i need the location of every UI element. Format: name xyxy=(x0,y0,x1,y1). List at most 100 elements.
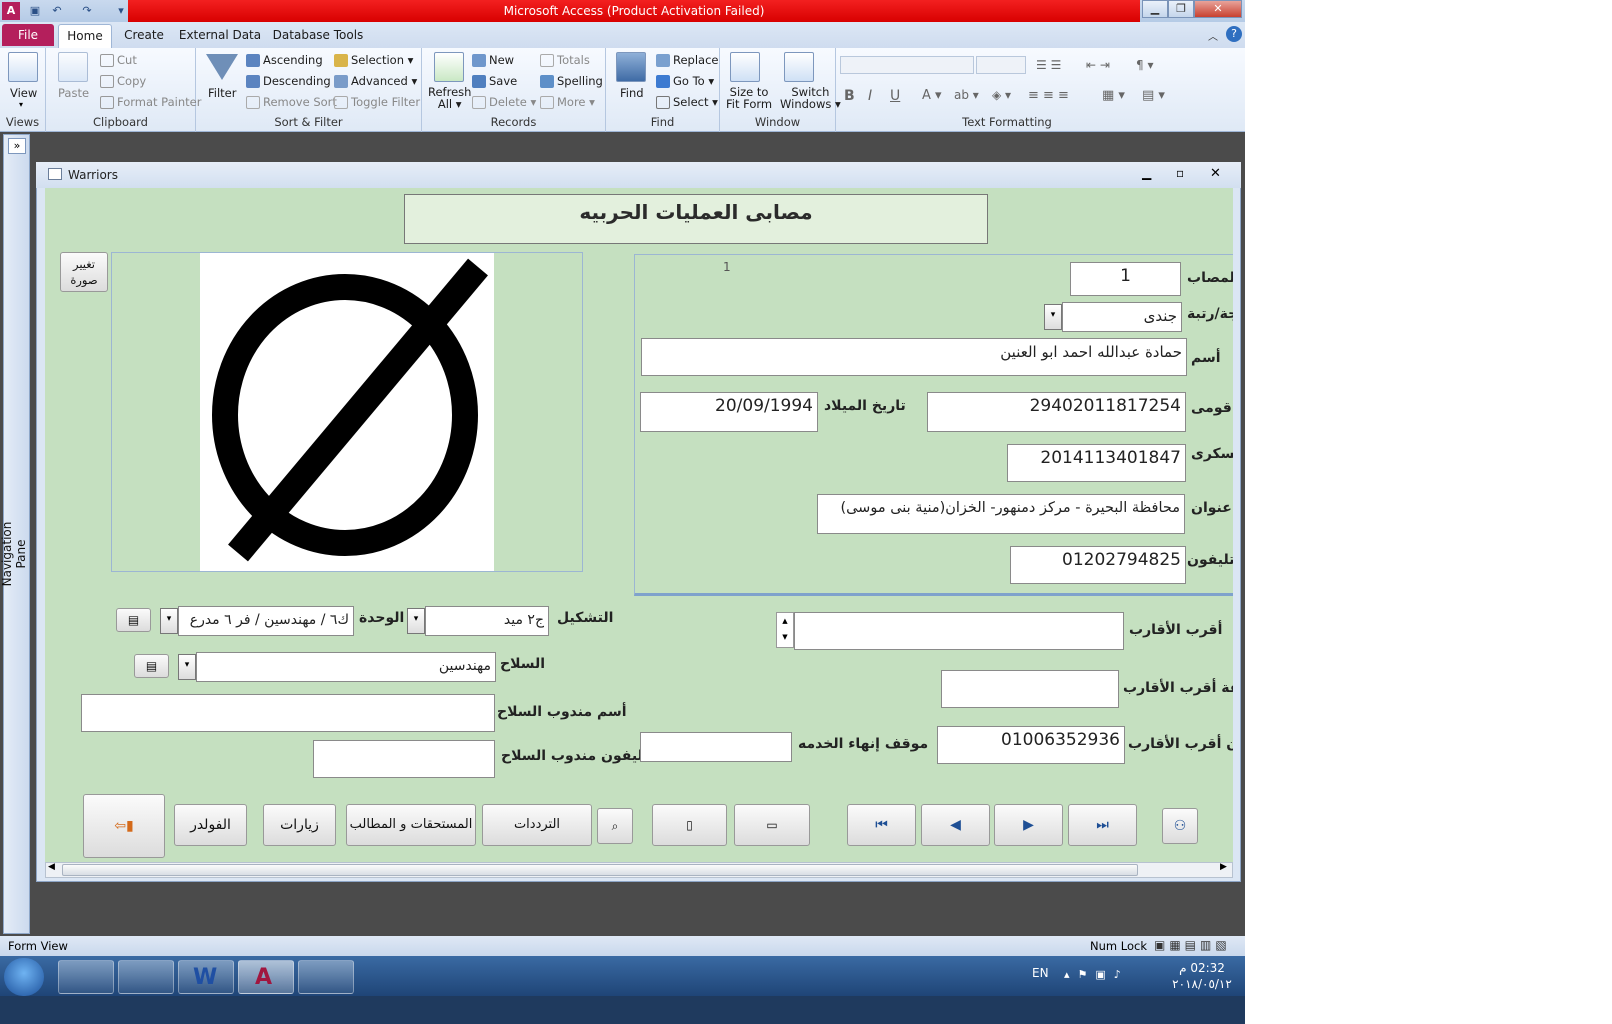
phone-field[interactable]: 01202794825 xyxy=(1010,546,1186,584)
alternate-row-color-icon[interactable]: ▤ ▾ xyxy=(1142,88,1165,103)
next-record-button[interactable]: ▶ xyxy=(994,804,1063,846)
find-record-button[interactable]: ⚇ xyxy=(1162,808,1198,844)
first-record-button[interactable]: ⏮ xyxy=(847,804,916,846)
kin-phone-field[interactable]: 01006352936 xyxy=(937,726,1125,764)
format-painter-button[interactable]: Format Painter xyxy=(100,95,201,109)
formation-dropdown-button[interactable]: ▾ xyxy=(407,608,425,634)
underline-icon[interactable]: U xyxy=(890,88,900,104)
nav-pane-toggle-button[interactable]: » xyxy=(8,138,26,154)
language-indicator[interactable]: EN xyxy=(1032,966,1049,980)
search-button[interactable]: ⌕ xyxy=(597,808,633,844)
font-size-select[interactable] xyxy=(976,56,1026,74)
access-app-icon[interactable]: A xyxy=(2,2,20,20)
toggle-filter-button[interactable]: Toggle Filter xyxy=(334,95,420,109)
weapon-dropdown-button[interactable]: ▾ xyxy=(178,654,196,680)
weapon-rep-phone-field[interactable] xyxy=(313,740,495,778)
form-maximize-button[interactable]: ▫ xyxy=(1176,166,1184,180)
cut-button[interactable]: Cut xyxy=(100,53,137,67)
last-record-button[interactable]: ⏭ xyxy=(1068,804,1137,846)
folder-button[interactable]: الفولدر xyxy=(174,804,247,846)
unit-field[interactable]: ك٦ / مهندسين / فر ٦ مدرع xyxy=(178,606,354,636)
service-end-field[interactable] xyxy=(640,732,792,762)
align-icons[interactable]: ≡ ≡ ≡ xyxy=(1028,88,1069,103)
italic-icon[interactable]: I xyxy=(868,88,872,104)
tab-file[interactable]: File xyxy=(2,24,54,46)
national-id-field[interactable]: 29402011817254 xyxy=(927,392,1186,432)
save-record-button[interactable]: Save xyxy=(472,74,517,88)
highlight-icon[interactable]: ab ▾ xyxy=(954,88,979,102)
ascending-button[interactable]: Ascending xyxy=(246,53,323,67)
scroll-right-icon[interactable]: ▶ xyxy=(1220,862,1227,872)
totals-button[interactable]: Totals xyxy=(540,53,590,67)
tab-create[interactable]: Create xyxy=(118,24,170,48)
form-minimize-button[interactable]: ▁ xyxy=(1142,166,1151,180)
military-number-field[interactable]: 2014113401847 xyxy=(1007,444,1186,482)
weapon-rep-name-field[interactable] xyxy=(81,694,495,732)
form-close-button[interactable]: ✕ xyxy=(1210,166,1221,181)
filter-button[interactable]: Filter xyxy=(208,86,236,100)
visit-frequency-button[interactable]: الترددات xyxy=(482,804,592,846)
new-record-button[interactable]: New xyxy=(472,53,514,67)
size-to-fit-button[interactable]: Size to Fit Form xyxy=(726,86,772,110)
unit-dropdown-button[interactable]: ▾ xyxy=(160,608,178,634)
paragraph-direction-icon[interactable]: ¶ ▾ xyxy=(1136,58,1153,72)
change-photo-button[interactable]: تغيير صورة xyxy=(60,252,108,292)
indent-icon[interactable]: ⇤ ⇥ xyxy=(1086,58,1110,72)
weapon-details-button[interactable]: ▤ xyxy=(134,654,169,678)
close-button[interactable]: ✕ xyxy=(1194,0,1242,18)
unit-details-button[interactable]: ▤ xyxy=(116,608,151,632)
next-of-kin-field[interactable] xyxy=(794,612,1124,650)
tray-icons[interactable]: ▴⚑▣♪ xyxy=(1064,968,1129,981)
copy-button[interactable]: Copy xyxy=(100,74,146,88)
visits-button[interactable]: زيارات xyxy=(263,804,336,846)
descending-button[interactable]: Descending xyxy=(246,74,331,88)
new-record-form-button[interactable]: ▭ xyxy=(734,804,810,846)
rank-dropdown-button[interactable]: ▾ xyxy=(1044,304,1062,330)
rank-field[interactable]: جندى xyxy=(1062,302,1182,332)
next-of-kin-scroll[interactable]: ▲ ▼ xyxy=(776,612,794,648)
bold-icon[interactable]: B xyxy=(844,88,855,104)
scrollbar-thumb[interactable] xyxy=(62,864,1138,876)
tab-database-tools[interactable]: Database Tools xyxy=(270,24,366,48)
birth-date-field[interactable]: 20/09/1994 xyxy=(640,392,818,432)
name-field[interactable]: حمادة عبدالله احمد ابو العنين xyxy=(641,338,1187,376)
font-name-select[interactable] xyxy=(840,56,974,74)
previous-record-button[interactable]: ◀ xyxy=(921,804,990,846)
view-switcher-icons[interactable]: ▣▦▤▥▧ xyxy=(1154,938,1231,952)
snipping-tool-taskbar-icon[interactable] xyxy=(118,960,174,994)
exit-button[interactable]: ⇦▮ xyxy=(83,794,165,858)
help-icon[interactable]: ? xyxy=(1226,26,1242,42)
address-field[interactable]: محافظة البحيرة - مركز دمنهور- الخزان(مني… xyxy=(817,494,1185,534)
goto-button[interactable]: Go To ▾ xyxy=(656,74,714,88)
word-taskbar-icon[interactable]: W xyxy=(178,960,234,994)
start-button[interactable] xyxy=(4,958,44,996)
explorer-taskbar-icon[interactable] xyxy=(58,960,114,994)
select-button[interactable]: Select ▾ xyxy=(656,95,718,109)
refresh-all-button[interactable]: Refresh All ▾ xyxy=(428,86,471,110)
advanced-button[interactable]: Advanced ▾ xyxy=(334,74,417,88)
selection-button[interactable]: Selection ▾ xyxy=(334,53,413,67)
undo-icon[interactable]: ↶ xyxy=(48,2,66,20)
minimize-button[interactable]: ▁ xyxy=(1142,0,1168,18)
tab-external-data[interactable]: External Data xyxy=(178,24,262,48)
font-color-icon[interactable]: A ▾ xyxy=(922,88,942,103)
delete-record-button[interactable]: Delete ▾ xyxy=(472,95,536,109)
gridlines-icon[interactable]: ▦ ▾ xyxy=(1102,88,1125,103)
fill-color-icon[interactable]: ◈ ▾ xyxy=(992,88,1011,102)
save-icon[interactable]: ▣ xyxy=(26,2,44,20)
injured-number-field[interactable]: 1 xyxy=(1070,262,1181,296)
dues-button[interactable]: المستحقات و المطالب xyxy=(346,804,476,846)
tab-home[interactable]: Home xyxy=(58,24,112,48)
more-button[interactable]: More ▾ xyxy=(540,95,595,109)
replace-button[interactable]: Replace xyxy=(656,53,719,67)
clock[interactable]: 02:32 م ٢٠١٨/٠٥/١٢ xyxy=(1162,960,1242,992)
delete-record-form-button[interactable]: ▯ xyxy=(652,804,727,846)
spelling-button[interactable]: Spelling xyxy=(540,74,603,88)
scroll-left-icon[interactable]: ◀ xyxy=(48,862,55,872)
bullets-icon[interactable]: ☰ ☰ xyxy=(1036,58,1061,72)
find-button[interactable]: Find xyxy=(620,86,644,100)
view-button[interactable]: View xyxy=(10,86,37,100)
formation-field[interactable]: ج٢ ميد xyxy=(425,606,549,636)
minimize-ribbon-icon[interactable]: ︿ xyxy=(1208,28,1218,43)
paste-button[interactable]: Paste xyxy=(58,86,89,100)
